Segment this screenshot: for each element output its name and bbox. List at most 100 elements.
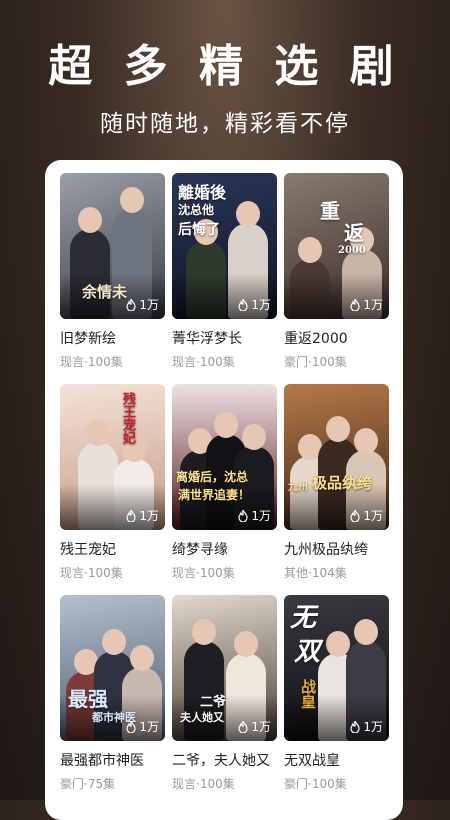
view-count: 1万 bbox=[238, 296, 271, 313]
drama-card[interactable]: 最强 都市神医 1万 最强都市神医 豪门·75集 bbox=[60, 595, 165, 792]
drama-meta: 现言·100集 bbox=[172, 777, 235, 791]
view-count-label: 1万 bbox=[363, 509, 383, 523]
drama-meta: 豪门·75集 bbox=[60, 777, 116, 791]
poster-title: 返 bbox=[344, 221, 364, 245]
drama-title[interactable]: 二爷，夫人她又 bbox=[172, 750, 277, 770]
drama-genre: 现言 bbox=[172, 777, 197, 791]
drama-poster[interactable]: 重 返 2000 1万 bbox=[284, 173, 389, 319]
drama-title[interactable]: 旧梦新绘 bbox=[60, 328, 165, 348]
drama-genre: 现言 bbox=[172, 566, 197, 580]
view-count: 1万 bbox=[350, 718, 383, 735]
drama-meta: 现言·100集 bbox=[60, 566, 123, 580]
drama-episodes: 100集 bbox=[87, 566, 123, 580]
poster-title: 離婚後 bbox=[178, 183, 227, 202]
view-count: 1万 bbox=[126, 296, 159, 313]
drama-poster[interactable]: 離婚後 沈总他 后悔了 1万 bbox=[172, 173, 277, 319]
drama-title[interactable]: 最强都市神医 bbox=[60, 750, 165, 770]
drama-card[interactable]: 残王宠妃 1万 残王宠妃 现言·100集 bbox=[60, 384, 165, 581]
flame-icon bbox=[126, 509, 136, 522]
view-count: 1万 bbox=[350, 507, 383, 524]
view-count-label: 1万 bbox=[251, 509, 271, 523]
drama-title[interactable]: 重返2000 bbox=[284, 328, 389, 348]
drama-card[interactable]: 二爷 夫人她又 1万 二爷，夫人她又 现言·100集 bbox=[172, 595, 277, 792]
drama-grid-panel: 余情未 1万 旧梦新绘 现言·100集 離婚後 沈总他 后悔了 1万 菁华浮梦长… bbox=[45, 160, 403, 820]
poster-subtitle: 2000 bbox=[338, 245, 366, 256]
poster-title: 双 bbox=[294, 637, 321, 667]
view-count-label: 1万 bbox=[139, 298, 159, 312]
flame-icon bbox=[350, 509, 360, 522]
drama-card[interactable]: 无 双 战皇 1万 无双战皇 豪门·100集 bbox=[284, 595, 389, 792]
drama-meta: 豪门·100集 bbox=[284, 777, 347, 791]
drama-card[interactable]: 余情未 1万 旧梦新绘 现言·100集 bbox=[60, 173, 165, 370]
poster-subtitle: 满世界追妻！ bbox=[178, 488, 251, 502]
drama-title[interactable]: 绮梦寻缘 bbox=[172, 539, 277, 559]
flame-icon bbox=[238, 720, 248, 733]
drama-meta: 豪门·100集 bbox=[284, 355, 347, 369]
drama-genre: 现言 bbox=[60, 566, 85, 580]
drama-poster[interactable]: 无 双 战皇 1万 bbox=[284, 595, 389, 741]
poster-title: 最强 bbox=[68, 687, 108, 711]
drama-card[interactable]: 重 返 2000 1万 重返2000 豪门·100集 bbox=[284, 173, 389, 370]
drama-episodes: 100集 bbox=[311, 355, 347, 369]
drama-title[interactable]: 菁华浮梦长 bbox=[172, 328, 277, 348]
view-count-label: 1万 bbox=[363, 298, 383, 312]
drama-episodes: 100集 bbox=[199, 566, 235, 580]
drama-episodes: 100集 bbox=[311, 777, 347, 791]
drama-poster[interactable]: 二爷 夫人她又 1万 bbox=[172, 595, 277, 741]
view-count: 1万 bbox=[238, 507, 271, 524]
drama-poster[interactable]: 离婚后，沈总 满世界追妻！ 1万 bbox=[172, 384, 277, 530]
drama-poster[interactable]: 残王宠妃 1万 bbox=[60, 384, 165, 530]
drama-episodes: 100集 bbox=[87, 355, 123, 369]
drama-poster[interactable]: 最强 都市神医 1万 bbox=[60, 595, 165, 741]
poster-subtitle: 九州 bbox=[288, 482, 308, 493]
poster-subtitle: 夫人她又 bbox=[180, 711, 224, 724]
drama-episodes: 104集 bbox=[311, 566, 347, 580]
poster-title: 二爷 bbox=[200, 695, 227, 710]
view-count-label: 1万 bbox=[251, 720, 271, 734]
promo-subline: 随时随地，精彩看不停 bbox=[100, 111, 350, 137]
drama-genre: 豪门 bbox=[284, 355, 309, 369]
drama-card[interactable]: 离婚后，沈总 满世界追妻！ 1万 绮梦寻缘 现言·100集 bbox=[172, 384, 277, 581]
view-count: 1万 bbox=[126, 507, 159, 524]
drama-meta: 其他·104集 bbox=[284, 566, 347, 580]
drama-card[interactable]: 九州 极品纨绔 1万 九州极品纨绔 其他·104集 bbox=[284, 384, 389, 581]
drama-episodes: 75集 bbox=[87, 777, 116, 791]
poster-subtitle: 后悔了 bbox=[178, 222, 220, 238]
view-count-label: 1万 bbox=[139, 720, 159, 734]
poster-subtitle: 战皇 bbox=[299, 679, 317, 709]
drama-episodes: 100集 bbox=[199, 355, 235, 369]
flame-icon bbox=[350, 720, 360, 733]
drama-poster[interactable]: 余情未 1万 bbox=[60, 173, 165, 319]
drama-genre: 豪门 bbox=[284, 777, 309, 791]
drama-poster[interactable]: 九州 极品纨绔 1万 bbox=[284, 384, 389, 530]
drama-card[interactable]: 離婚後 沈总他 后悔了 1万 菁华浮梦长 现言·100集 bbox=[172, 173, 277, 370]
view-count: 1万 bbox=[350, 296, 383, 313]
poster-title: 残王宠妃 bbox=[120, 392, 135, 444]
drama-genre: 豪门 bbox=[60, 777, 85, 791]
poster-subtitle: 沈总他 bbox=[178, 203, 215, 217]
drama-genre: 其他 bbox=[284, 566, 309, 580]
poster-title: 重 bbox=[320, 199, 340, 223]
flame-icon bbox=[126, 298, 136, 311]
drama-genre: 现言 bbox=[60, 355, 85, 369]
drama-episodes: 100集 bbox=[199, 777, 235, 791]
flame-icon bbox=[238, 509, 248, 522]
flame-icon bbox=[350, 298, 360, 311]
flame-icon bbox=[238, 298, 248, 311]
drama-title[interactable]: 残王宠妃 bbox=[60, 539, 165, 559]
view-count-label: 1万 bbox=[139, 509, 159, 523]
drama-meta: 现言·100集 bbox=[172, 566, 235, 580]
drama-meta: 现言·100集 bbox=[172, 355, 235, 369]
drama-title[interactable]: 无双战皇 bbox=[284, 750, 389, 770]
promo-headline: 超 多 精 选 剧 bbox=[48, 41, 402, 92]
view-count-label: 1万 bbox=[251, 298, 271, 312]
drama-genre: 现言 bbox=[172, 355, 197, 369]
poster-title: 离婚后，沈总 bbox=[176, 470, 249, 484]
drama-meta: 现言·100集 bbox=[60, 355, 123, 369]
view-count: 1万 bbox=[126, 718, 159, 735]
view-count: 1万 bbox=[238, 718, 271, 735]
drama-title[interactable]: 九州极品纨绔 bbox=[284, 539, 389, 559]
view-count-label: 1万 bbox=[363, 720, 383, 734]
flame-icon bbox=[126, 720, 136, 733]
poster-title: 余情未 bbox=[82, 283, 128, 301]
